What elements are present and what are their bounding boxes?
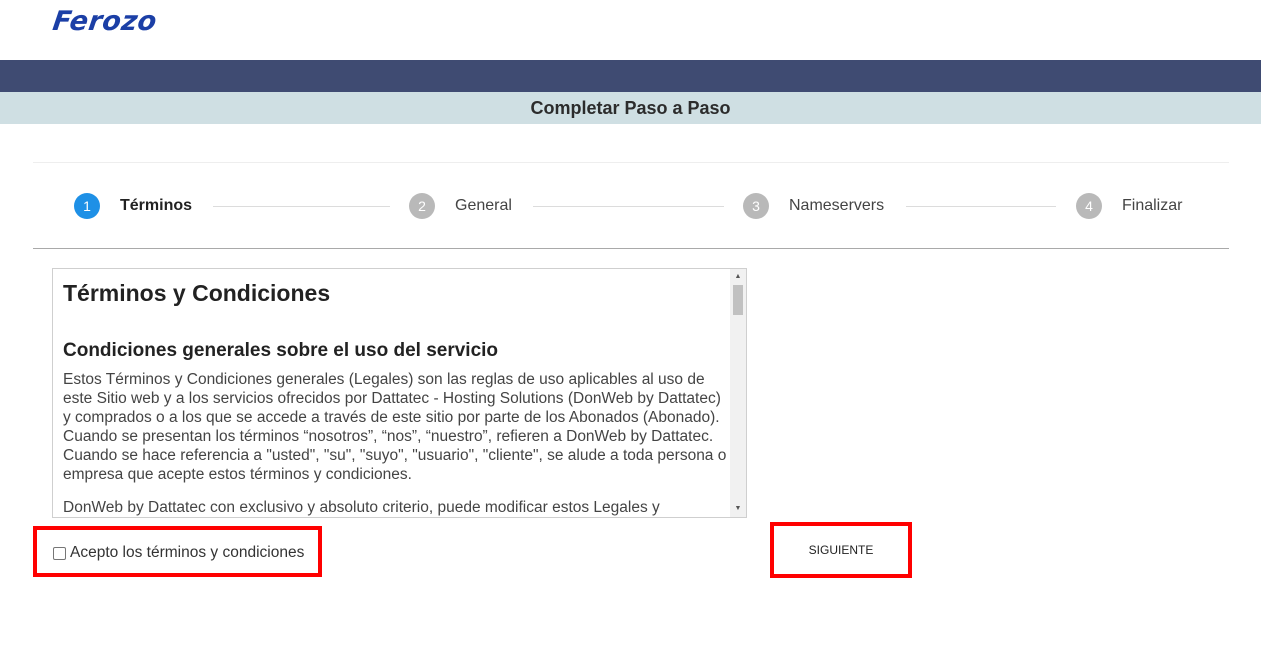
divider xyxy=(33,248,1229,249)
step-connector xyxy=(213,206,390,207)
header: Ferozo xyxy=(0,0,1261,60)
step-connector xyxy=(906,206,1056,207)
terms-scroll-box[interactable]: Términos y Condiciones Condiciones gener… xyxy=(52,268,747,518)
step-general: 2 General xyxy=(409,193,512,219)
accept-terms-label[interactable]: Acepto los términos y condiciones xyxy=(70,544,304,562)
terms-content: Términos y Condiciones Condiciones gener… xyxy=(63,269,731,517)
ferozo-logo[interactable]: Ferozo xyxy=(51,6,159,37)
step-connector xyxy=(533,206,724,207)
next-button[interactable]: SIGUIENTE xyxy=(775,527,907,573)
accept-terms-checkbox[interactable] xyxy=(53,546,66,560)
terms-paragraph: Estos Términos y Condiciones generales (… xyxy=(63,371,727,483)
step-label: Nameservers xyxy=(789,197,885,214)
step-finalizar: 4 Finalizar xyxy=(1076,193,1182,219)
step-terminos: 1 Términos xyxy=(74,193,192,219)
scroll-up-arrow-icon[interactable]: ▲ xyxy=(730,270,746,284)
step-number: 1 xyxy=(74,193,100,219)
accept-terms-row[interactable]: Acepto los términos y condiciones xyxy=(53,544,304,562)
step-number: 3 xyxy=(743,193,769,219)
step-nameservers: 3 Nameservers xyxy=(743,193,884,219)
step-number: 4 xyxy=(1076,193,1102,219)
scrollbar-thumb[interactable] xyxy=(733,285,743,315)
step-label: Finalizar xyxy=(1122,197,1183,214)
terms-paragraph: DonWeb by Dattatec con exclusivo y absol… xyxy=(63,499,660,516)
divider xyxy=(33,162,1229,163)
top-navbar xyxy=(0,60,1261,92)
step-label: Términos xyxy=(120,197,193,214)
scrollbar[interactable]: ▲ ▼ xyxy=(730,269,746,517)
step-number: 2 xyxy=(409,193,435,219)
terms-subtitle: Condiciones generales sobre el uso del s… xyxy=(63,340,499,361)
stepper: 1 Términos 2 General 3 Nameservers 4 Fin… xyxy=(33,188,1229,224)
page-title: Completar Paso a Paso xyxy=(0,92,1261,124)
scroll-down-arrow-icon[interactable]: ▼ xyxy=(730,502,746,516)
terms-title: Términos y Condiciones xyxy=(63,280,331,306)
step-label: General xyxy=(455,197,512,214)
